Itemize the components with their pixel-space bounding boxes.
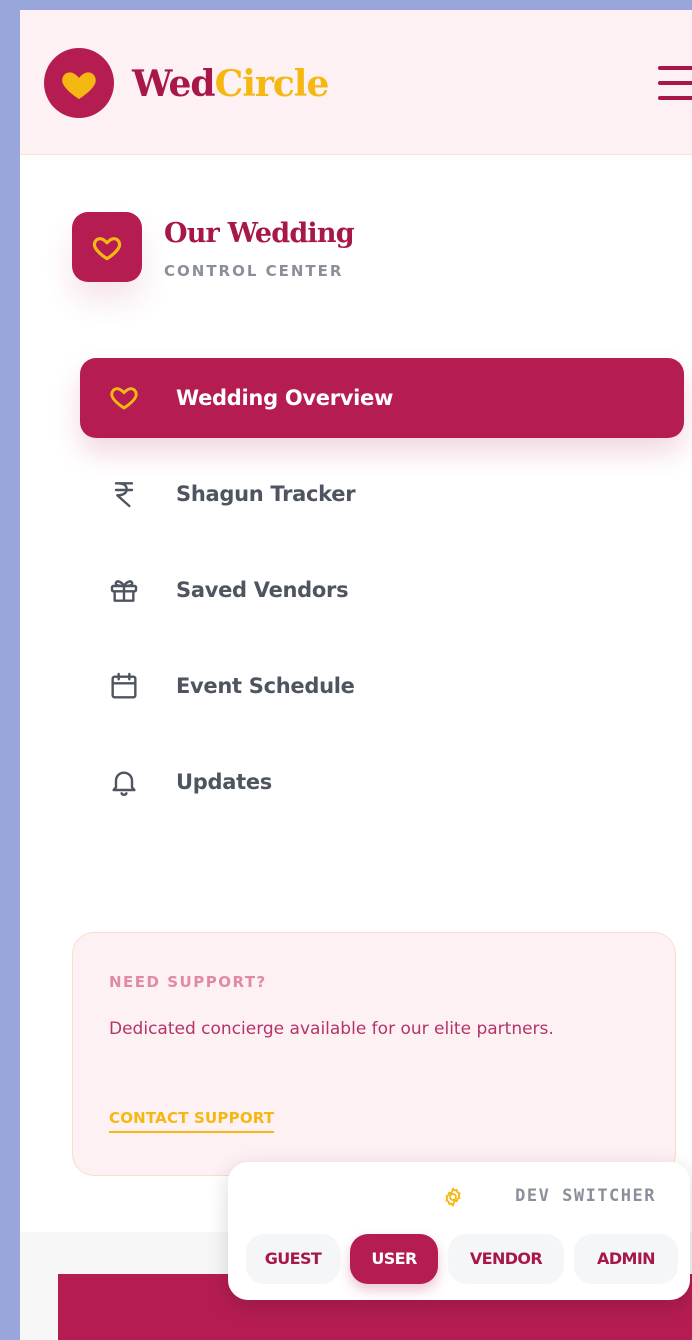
nav-label: Saved Vendors <box>176 578 349 602</box>
wedding-subtitle: CONTROL CENTER <box>164 262 344 280</box>
contact-support-link[interactable]: CONTACT SUPPORT <box>109 1109 275 1133</box>
support-text: Dedicated concierge available for our el… <box>109 1019 554 1039</box>
app-frame: WedCircle Our Wedding CONTROL CENTER Wed… <box>20 10 692 1340</box>
nav-item-event-schedule[interactable]: Event Schedule <box>80 646 684 726</box>
brand-name[interactable]: WedCircle <box>132 60 330 108</box>
wedding-title: Our Wedding <box>164 218 355 249</box>
role-button-vendor[interactable]: VENDOR <box>448 1234 564 1284</box>
rupee-icon <box>114 482 134 508</box>
dev-switcher: DEV SWITCHER GUEST USER VENDOR ADMIN <box>228 1162 690 1300</box>
heart-icon <box>62 72 96 99</box>
dev-switcher-title: DEV SWITCHER <box>515 1186 656 1206</box>
heart-outline-icon <box>92 237 122 261</box>
heart-outline-icon <box>110 387 138 410</box>
calendar-icon <box>111 672 137 699</box>
nav-label: Updates <box>176 770 272 794</box>
nav-item-updates[interactable]: Updates <box>80 742 684 822</box>
support-card: NEED SUPPORT? Dedicated concierge availa… <box>72 932 676 1176</box>
nav-label: Wedding Overview <box>176 386 394 410</box>
bell-icon <box>112 771 136 796</box>
logo-badge[interactable] <box>44 48 114 118</box>
nav-label: Event Schedule <box>176 674 355 698</box>
brand-name-part1: Wed <box>132 63 216 105</box>
nav-item-wedding-overview[interactable]: Wedding Overview <box>80 358 684 438</box>
nav-item-shagun-tracker[interactable]: Shagun Tracker <box>80 454 684 534</box>
brand-name-part2: Circle <box>214 63 330 105</box>
gift-icon <box>110 580 138 602</box>
nav-item-saved-vendors[interactable]: Saved Vendors <box>80 550 684 630</box>
role-button-guest[interactable]: GUEST <box>246 1234 340 1284</box>
gear-icon <box>445 1187 461 1207</box>
support-title: NEED SUPPORT? <box>109 973 267 991</box>
role-button-admin[interactable]: ADMIN <box>574 1234 678 1284</box>
app-header: WedCircle <box>20 10 692 155</box>
role-button-user[interactable]: USER <box>350 1234 438 1284</box>
nav-label: Shagun Tracker <box>176 482 356 506</box>
wedding-badge <box>72 212 142 282</box>
hamburger-menu-icon[interactable] <box>658 64 692 104</box>
